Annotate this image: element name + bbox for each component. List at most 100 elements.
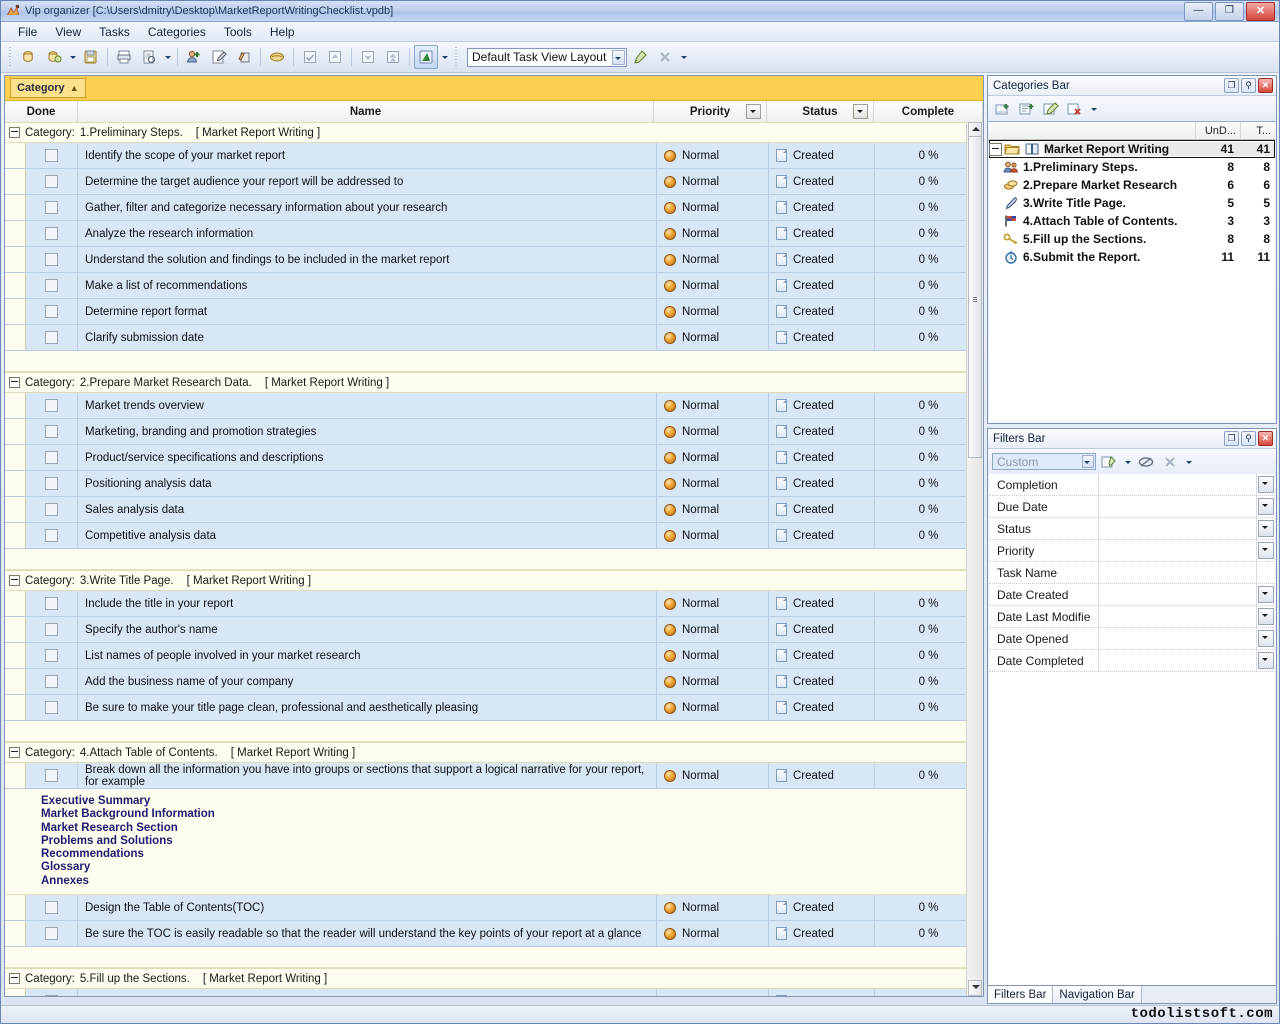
task-priority-cell[interactable]: Normal bbox=[657, 523, 769, 548]
task-priority-cell[interactable]: Normal bbox=[657, 669, 769, 694]
task-priority-cell[interactable]: Normal bbox=[657, 445, 769, 470]
filter-row[interactable]: Date Opened bbox=[989, 628, 1275, 650]
task-row[interactable]: Analyze the research informationNormalCr… bbox=[5, 221, 983, 247]
task-done-cell[interactable] bbox=[26, 247, 78, 272]
filter-dropdown-icon[interactable] bbox=[1258, 498, 1274, 515]
add-subcategory-icon[interactable] bbox=[1016, 98, 1038, 120]
task-priority-cell[interactable]: Normal bbox=[657, 299, 769, 324]
filter-dropdown-icon[interactable] bbox=[1258, 608, 1274, 625]
clear-filter-icon[interactable] bbox=[1135, 451, 1157, 473]
task-done-checkbox[interactable] bbox=[45, 927, 58, 940]
scrollbar-thumb[interactable] bbox=[968, 136, 982, 458]
filter-row[interactable]: Priority bbox=[989, 540, 1275, 562]
filter-row[interactable]: Date Last Modifie bbox=[989, 606, 1275, 628]
group-collapse-icon[interactable] bbox=[9, 973, 20, 984]
task-done-cell[interactable] bbox=[26, 591, 78, 616]
filter-row[interactable]: Date Created bbox=[989, 584, 1275, 606]
group-collapse-icon[interactable] bbox=[9, 747, 20, 758]
task-priority-cell[interactable]: Normal bbox=[657, 617, 769, 642]
task-done-checkbox[interactable] bbox=[45, 149, 58, 162]
category-tree-item[interactable]: Market Report Writing4141 bbox=[989, 140, 1275, 158]
task-status-cell[interactable]: Created bbox=[769, 143, 875, 168]
restore-button[interactable]: ❐ bbox=[1215, 2, 1244, 21]
delete-category-icon[interactable] bbox=[1064, 98, 1086, 120]
task-name-cell[interactable]: Analyze the research information bbox=[78, 221, 657, 246]
task-row[interactable]: Product/service specifications and descr… bbox=[5, 445, 983, 471]
menu-item-view[interactable]: View bbox=[46, 23, 90, 41]
task-done-checkbox[interactable] bbox=[45, 305, 58, 318]
task-name-cell[interactable]: Sales analysis data bbox=[78, 497, 657, 522]
task-priority-cell[interactable]: Normal bbox=[657, 221, 769, 246]
task-row[interactable]: Be sure to make your title page clean, p… bbox=[5, 695, 983, 721]
grid-vertical-scrollbar[interactable] bbox=[966, 122, 983, 996]
category-group-header[interactable]: Category:2.Prepare Market Research Data.… bbox=[5, 372, 983, 393]
customize-layout-icon[interactable] bbox=[628, 45, 652, 69]
filters-auto-hide-pin-icon[interactable]: ⚲ bbox=[1241, 431, 1256, 446]
task-row[interactable]: Understand the solution and findings to … bbox=[5, 247, 983, 273]
task-status-cell[interactable]: Created bbox=[769, 299, 875, 324]
task-priority-cell[interactable]: Normal bbox=[657, 419, 769, 444]
task-priority-cell[interactable]: Normal bbox=[657, 393, 769, 418]
task-priority-cell[interactable]: Normal bbox=[657, 143, 769, 168]
task-done-cell[interactable] bbox=[26, 393, 78, 418]
task-status-cell[interactable]: Created bbox=[769, 695, 875, 720]
filter-value[interactable] bbox=[1099, 584, 1257, 605]
layout-combo-arrow-icon[interactable] bbox=[612, 50, 625, 65]
task-name-cell[interactable]: Market trends overview bbox=[78, 393, 657, 418]
menu-item-help[interactable]: Help bbox=[261, 23, 304, 41]
group-by-chip-category[interactable]: Category ▲ bbox=[10, 78, 86, 98]
task-status-cell[interactable]: Created bbox=[769, 195, 875, 220]
task-row[interactable]: Positioning analysis dataNormalCreated0 … bbox=[5, 471, 983, 497]
layout-more-dropdown-icon[interactable] bbox=[678, 46, 689, 68]
print-icon[interactable] bbox=[112, 45, 136, 69]
task-status-cell[interactable]: Created bbox=[769, 643, 875, 668]
task-row[interactable]: Design the Table of Contents(TOC)NormalC… bbox=[5, 895, 983, 921]
filter-row[interactable]: Due Date bbox=[989, 496, 1275, 518]
task-done-cell[interactable] bbox=[26, 445, 78, 470]
task-done-cell[interactable] bbox=[26, 643, 78, 668]
move-top-icon[interactable] bbox=[381, 45, 405, 69]
task-name-cell[interactable]: Include the title in your report bbox=[78, 591, 657, 616]
task-done-cell[interactable] bbox=[26, 471, 78, 496]
task-done-cell[interactable] bbox=[26, 523, 78, 548]
categories-toolbar-dropdown-icon[interactable] bbox=[1088, 98, 1099, 120]
task-status-cell[interactable]: Created bbox=[769, 763, 875, 788]
task-name-cell[interactable]: Determine the target audience your repor… bbox=[78, 169, 657, 194]
task-row[interactable]: Competitive analysis dataNormalCreated0 … bbox=[5, 523, 983, 549]
task-name-cell[interactable]: List names of people involved in your ma… bbox=[78, 643, 657, 668]
menu-item-file[interactable]: File bbox=[9, 23, 46, 41]
filter-value[interactable] bbox=[1099, 650, 1257, 671]
task-done-cell[interactable] bbox=[26, 695, 78, 720]
task-status-cell[interactable]: Created bbox=[769, 325, 875, 350]
task-row[interactable]: Make a list of recommendationsNormalCrea… bbox=[5, 273, 983, 299]
task-status-cell[interactable]: Created bbox=[769, 393, 875, 418]
categories-tree-header-undone[interactable]: UnD... bbox=[1196, 122, 1241, 139]
add-category-icon[interactable] bbox=[992, 98, 1014, 120]
task-status-cell[interactable]: Created bbox=[769, 669, 875, 694]
priority-filter-icon[interactable] bbox=[746, 104, 761, 119]
task-priority-cell[interactable]: Normal bbox=[657, 989, 769, 996]
scroll-down-arrow-icon[interactable] bbox=[968, 980, 982, 996]
filter-dropdown-icon[interactable] bbox=[1258, 476, 1274, 493]
task-done-cell[interactable] bbox=[26, 763, 78, 788]
task-done-checkbox[interactable] bbox=[45, 701, 58, 714]
category-tree-item[interactable]: 1.Preliminary Steps.88 bbox=[989, 158, 1275, 176]
task-done-cell[interactable] bbox=[26, 989, 78, 996]
new-category-icon[interactable] bbox=[182, 45, 206, 69]
task-row[interactable]: Sales analysis dataNormalCreated0 % bbox=[5, 497, 983, 523]
task-name-cell[interactable]: Identify the scope of your market report bbox=[78, 143, 657, 168]
toolbar-grip[interactable] bbox=[8, 47, 13, 67]
task-done-checkbox[interactable] bbox=[45, 451, 58, 464]
filter-value[interactable] bbox=[1099, 562, 1257, 583]
task-done-checkbox[interactable] bbox=[45, 597, 58, 610]
task-row[interactable]: Marketing, branding and promotion strate… bbox=[5, 419, 983, 445]
column-header-done[interactable]: Done bbox=[5, 101, 78, 122]
task-row[interactable]: Add the business name of your companyNor… bbox=[5, 669, 983, 695]
task-status-cell[interactable]: Created bbox=[769, 591, 875, 616]
task-row[interactable]: Be sure the TOC is easily readable so th… bbox=[5, 921, 983, 947]
column-header-name[interactable]: Name bbox=[78, 101, 654, 122]
task-name-cell[interactable]: Understand the solution and findings to … bbox=[78, 247, 657, 272]
category-group-header[interactable]: Category:5.Fill up the Sections.[ Market… bbox=[5, 968, 983, 989]
task-status-cell[interactable]: Created bbox=[769, 169, 875, 194]
task-done-checkbox[interactable] bbox=[45, 901, 58, 914]
